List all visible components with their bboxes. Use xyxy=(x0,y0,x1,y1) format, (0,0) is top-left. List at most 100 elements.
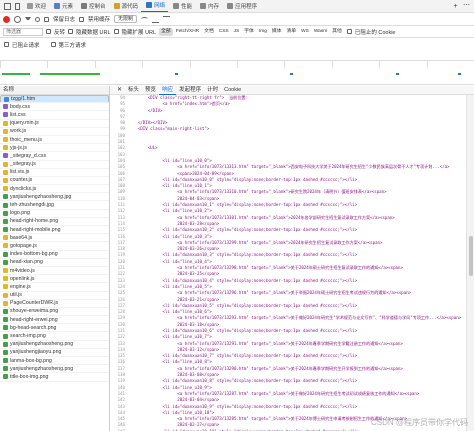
request-row[interactable]: yjs-js.js xyxy=(0,144,109,153)
request-name: m4video.js xyxy=(10,267,35,274)
tab-application[interactable]: 应用程序 xyxy=(222,0,260,12)
request-row[interactable]: m4video.js xyxy=(0,267,109,276)
request-row[interactable]: shouye-erweima.png xyxy=(0,308,109,317)
tab-network[interactable]: 网络 xyxy=(141,0,169,12)
preserve-log-checkbox[interactable] xyxy=(44,16,49,22)
request-name: logo.png xyxy=(10,210,30,217)
export-icon[interactable] xyxy=(163,15,171,23)
request-row[interactable]: _sitegray_d.css xyxy=(0,152,109,161)
detail-tab-3[interactable]: 发起程序 xyxy=(176,86,204,95)
import-icon[interactable] xyxy=(152,16,160,23)
js-file-icon xyxy=(3,292,8,298)
request-row[interactable]: teh-zhushengdi.jpg xyxy=(0,201,109,210)
filter-input[interactable]: 筛选器 xyxy=(3,27,43,36)
tab-sources[interactable]: 源代码 xyxy=(109,0,142,12)
vertical-scrollbar[interactable] xyxy=(466,95,474,431)
request-row[interactable]: yanjiushengzhaosheng.jpg xyxy=(0,193,109,202)
request-name: yanjiushengjiaoyu.png xyxy=(10,349,62,356)
request-row[interactable]: head-right-mobile.png xyxy=(0,226,109,235)
request-row[interactable]: counter.js xyxy=(0,177,109,186)
tab-performance[interactable]: 性能 xyxy=(168,0,195,12)
request-row[interactable]: base64.js xyxy=(0,234,109,243)
hide-data-urls-checkbox[interactable] xyxy=(68,29,74,34)
request-row[interactable]: search-img.png xyxy=(0,332,109,341)
type-filter-5[interactable]: 字体 xyxy=(242,28,256,36)
request-list[interactable]: 名称 tzgg/1.htm body.css list.css jquery.min.… xyxy=(0,86,110,431)
request-row[interactable]: dynclicks.js xyxy=(0,185,109,194)
clear-icon[interactable] xyxy=(14,15,21,23)
hide-extension-urls-checkbox[interactable] xyxy=(113,29,119,34)
network-overview-timeline[interactable] xyxy=(0,61,474,85)
type-filter-js[interactable]: JS xyxy=(232,28,242,36)
wifi-icon[interactable] xyxy=(141,17,149,21)
request-row[interactable]: index-bottom-bg.png xyxy=(0,251,109,259)
add-tab-icon[interactable]: + xyxy=(452,3,459,10)
img-file-icon xyxy=(3,333,8,339)
request-row[interactable]: list.vis.js xyxy=(0,169,109,177)
type-filter-wasm[interactable]: Wasm xyxy=(312,28,329,36)
request-row[interactable]: PageCounterDWR.js xyxy=(0,300,109,308)
request-row[interactable]: _sitegray.js xyxy=(0,161,109,169)
blocked-requests-checkbox[interactable] xyxy=(4,42,9,47)
img-file-icon xyxy=(3,317,8,323)
search-icon[interactable] xyxy=(35,16,40,22)
throttle-select[interactable]: 无限制 xyxy=(114,15,138,23)
request-row[interactable]: head-right-erwei.png xyxy=(0,316,109,325)
detail-tab-2[interactable]: 响应 xyxy=(159,86,177,95)
blocked-cookies-checkbox[interactable] xyxy=(346,29,352,34)
close-detail-icon[interactable]: ✕ xyxy=(114,86,125,95)
network-icon xyxy=(146,2,153,8)
type-filter-ws[interactable]: WS xyxy=(299,28,311,36)
type-filter-img[interactable]: Img xyxy=(257,28,269,36)
detail-tab-1[interactable]: 预览 xyxy=(142,86,159,95)
detail-tab-0[interactable]: 标头 xyxy=(125,86,142,95)
scrollbar-thumb[interactable] xyxy=(469,236,473,277)
img-file-icon xyxy=(3,374,8,380)
request-row[interactable]: engine.js xyxy=(0,283,109,292)
record-icon[interactable] xyxy=(3,15,10,23)
inspect-icon[interactable] xyxy=(4,2,11,10)
type-filter-11[interactable]: 其他 xyxy=(330,28,344,36)
detail-tab-5[interactable]: Cookie xyxy=(221,86,244,95)
request-row[interactable]: gotopage.js xyxy=(0,242,109,251)
overview-bar-green xyxy=(2,73,30,75)
request-row[interactable]: jquery.min.js xyxy=(0,120,109,128)
more-icon[interactable]: ⋯ xyxy=(463,2,470,10)
device-toolbar-icon[interactable] xyxy=(15,2,20,10)
request-row[interactable]: body.css xyxy=(0,103,109,112)
tab-welcome[interactable]: 欢迎 xyxy=(22,0,49,12)
type-filter-8[interactable]: 清单 xyxy=(284,28,298,36)
tab-elements[interactable]: 元素 xyxy=(49,0,76,12)
request-row[interactable]: logo.png xyxy=(0,210,109,218)
response-code-view[interactable]: 94 <DIV class="right-tt-right fr"> 当前位置：… xyxy=(110,95,466,431)
type-filter-7[interactable]: 媒体 xyxy=(270,28,284,36)
request-row[interactable]: work.js xyxy=(0,128,109,136)
request-row[interactable]: openlink.js xyxy=(0,275,109,284)
request-row[interactable]: util.js xyxy=(0,292,109,300)
filter-icon[interactable] xyxy=(25,16,31,22)
request-row[interactable]: yanjiushengzhaosheng.png xyxy=(0,365,109,374)
request-row[interactable]: head-right-home.png xyxy=(0,218,109,226)
type-filter-2[interactable]: 文档 xyxy=(202,28,216,36)
type-filter-fetchxhr[interactable]: Fetch/XHR xyxy=(174,28,201,36)
doc-file-icon xyxy=(4,96,9,102)
blocked-requests-label: 已阻止请求 xyxy=(12,42,40,49)
request-row[interactable]: lanma-box-bg.png xyxy=(0,357,109,366)
type-filter-0[interactable]: 全部 xyxy=(159,27,173,36)
disable-cache-checkbox[interactable] xyxy=(79,16,85,22)
request-row[interactable]: title-box-img.png xyxy=(0,373,109,382)
request-row[interactable]: bg-head-search.png xyxy=(0,324,109,333)
request-list-header[interactable]: 名称 xyxy=(0,86,109,95)
request-row[interactable]: yanjiushengjiaoyu.png xyxy=(0,349,109,357)
detail-tab-4[interactable]: 计时 xyxy=(204,86,221,95)
request-row[interactable]: tzgg/1.htm xyxy=(0,95,109,104)
tab-console[interactable]: 控制台 xyxy=(76,0,109,12)
type-filter-css[interactable]: CSS xyxy=(217,28,231,36)
request-row[interactable]: thoic_menu.js xyxy=(0,136,109,145)
request-row[interactable]: yanjiushengzhaosheng.png xyxy=(0,341,109,349)
tab-memory[interactable]: 内存 xyxy=(195,0,222,12)
request-row[interactable]: head-xian.png xyxy=(0,259,109,267)
invert-checkbox[interactable] xyxy=(46,29,51,34)
third-party-checkbox[interactable] xyxy=(50,42,56,47)
request-row[interactable]: list.css xyxy=(0,111,109,120)
